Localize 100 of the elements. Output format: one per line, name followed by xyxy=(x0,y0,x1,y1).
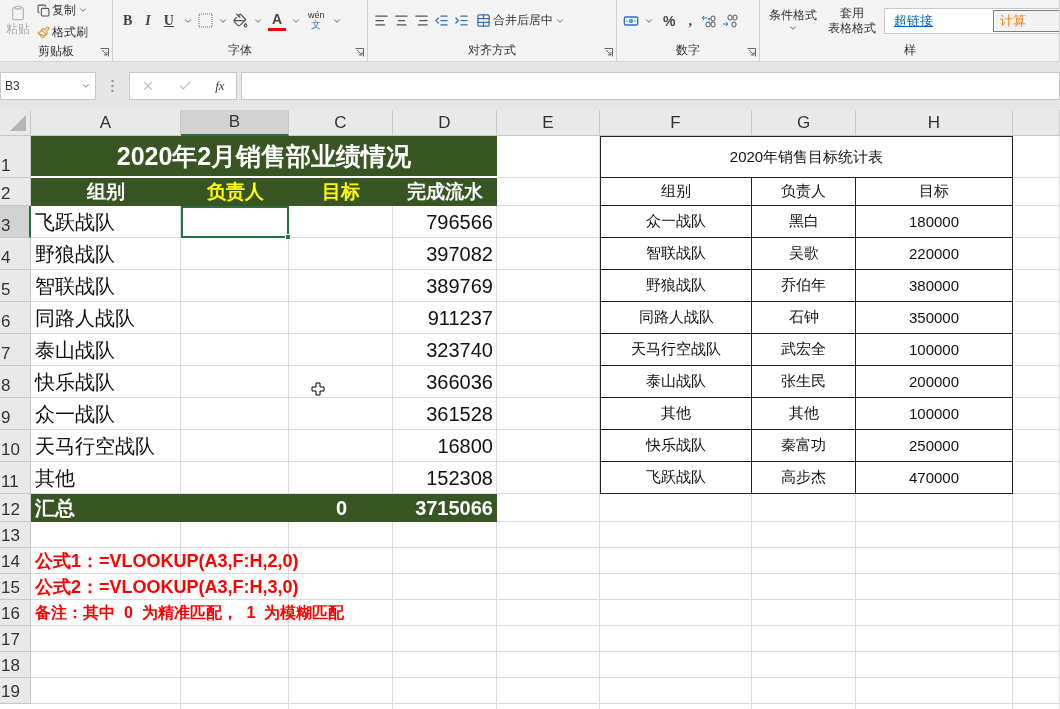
target-table-cell: 飞跃战队 xyxy=(600,462,752,494)
format-painter-button[interactable]: 格式刷 xyxy=(35,22,90,42)
amount-cell-text: 361528 xyxy=(425,401,494,427)
borders-icon[interactable] xyxy=(197,13,213,29)
team-cell-text: 野狼战队 xyxy=(34,241,116,267)
team-cell-text: 快乐战队 xyxy=(33,369,116,395)
target-table-cell: 180000 xyxy=(856,206,1013,238)
dialog-launcher-icon[interactable] xyxy=(100,48,109,57)
fill-bucket-icon[interactable] xyxy=(232,13,248,29)
amount-cell-text: 911237 xyxy=(426,305,494,331)
target-column-heading: 组别 xyxy=(600,178,752,206)
comma-button[interactable]: , xyxy=(684,10,696,31)
target-table-cell: 380000 xyxy=(856,270,1013,302)
dialog-launcher-icon[interactable] xyxy=(747,48,756,57)
italic-button[interactable]: I xyxy=(141,10,155,31)
dialog-launcher-icon[interactable] xyxy=(355,48,364,57)
column-header[interactable]: G xyxy=(752,110,856,136)
font-color-button[interactable]: A xyxy=(267,10,287,31)
table-format-button[interactable]: 套用 表格格式 xyxy=(825,5,879,36)
target-table-cell: 同路人战队 xyxy=(600,302,752,334)
column-header[interactable]: E xyxy=(497,110,600,136)
target-table-cell: 高步杰 xyxy=(752,462,856,494)
total-target: 0 xyxy=(289,494,393,522)
row-header[interactable]: 10 xyxy=(0,430,31,462)
target-table-cell: 其他 xyxy=(600,398,752,430)
formula-note: 公式2：=VLOOKUP(A3,F:H,3,0) xyxy=(34,576,300,599)
row-header[interactable]: 4 xyxy=(0,238,31,270)
row-header[interactable]: 13 xyxy=(0,522,31,548)
paintbrush-icon xyxy=(37,25,50,39)
target-table-cell: 100000 xyxy=(856,398,1013,430)
row-header[interactable]: 2 xyxy=(0,178,31,206)
total-label: 汇总 xyxy=(31,494,181,522)
column-header[interactable]: A xyxy=(31,110,181,136)
formula-note: 备注：其中 0 为精准匹配， 1 为模糊匹配 xyxy=(34,602,346,623)
target-column-heading: 目标 xyxy=(856,178,1013,206)
group-label: 字体 xyxy=(228,42,252,60)
grip-icon[interactable] xyxy=(111,79,114,93)
row-header[interactable]: 11 xyxy=(0,462,31,494)
indent-increase-icon[interactable] xyxy=(454,13,469,29)
group-label: 数字 xyxy=(676,42,700,60)
decimal-increase-icon[interactable] xyxy=(700,13,717,28)
copy-icon xyxy=(37,3,50,17)
row-header[interactable]: 1 xyxy=(0,136,31,178)
column-header[interactable]: C xyxy=(289,110,393,136)
row-header[interactable]: 8 xyxy=(0,366,31,398)
team-cell-text: 众一战队 xyxy=(34,401,116,427)
caret-icon xyxy=(81,81,91,91)
copy-button[interactable]: 复制 xyxy=(35,0,90,20)
row-header[interactable]: 15 xyxy=(0,574,31,600)
active-cell[interactable] xyxy=(181,206,289,238)
underline-button[interactable]: U xyxy=(159,10,178,31)
column-header[interactable]: D xyxy=(393,110,497,136)
row-header[interactable]: 14 xyxy=(0,548,31,574)
row-header[interactable]: 5 xyxy=(0,270,31,302)
row-header[interactable]: 18 xyxy=(0,652,31,678)
target-table-cell: 石钟 xyxy=(752,302,856,334)
group-label: 样 xyxy=(903,42,916,60)
row-header[interactable]: 19 xyxy=(0,678,31,704)
row-header[interactable]: 6 xyxy=(0,302,31,334)
align-center-icon[interactable] xyxy=(394,13,409,29)
percent-button[interactable]: % xyxy=(659,10,680,31)
team-cell-text: 飞跃战队 xyxy=(34,209,116,235)
target-table-cell: 武宏全 xyxy=(752,334,856,366)
group-label: 剪贴板 xyxy=(38,43,74,60)
formula-input[interactable] xyxy=(241,72,1060,100)
insert-function-button[interactable]: fx xyxy=(215,78,225,94)
group-label: 对齐方式 xyxy=(468,42,516,60)
indent-decrease-icon[interactable] xyxy=(434,13,449,29)
row-header[interactable]: 17 xyxy=(0,626,31,652)
column-header[interactable]: H xyxy=(856,110,1013,136)
formula-note: 公式1：=VLOOKUP(A3,F:H,2,0) xyxy=(34,550,300,573)
row-header[interactable]: 16 xyxy=(0,600,31,626)
team-cell-text: 其他 xyxy=(34,465,76,491)
amount-cell-text: 796566 xyxy=(425,209,494,235)
row-header[interactable]: 3 xyxy=(0,206,31,238)
row-header[interactable]: 12 xyxy=(0,494,31,522)
amount-cell-text: 16800 xyxy=(436,433,494,459)
report-title: 2020年2月销售部业绩情况 xyxy=(31,136,497,178)
bold-button[interactable]: B xyxy=(119,10,137,31)
merge-center-button[interactable]: 合并后居中 xyxy=(474,10,567,31)
dialog-launcher-icon[interactable] xyxy=(604,48,613,57)
target-column-heading: 负责人 xyxy=(752,178,856,206)
conditional-format-button[interactable]: 条件格式 xyxy=(766,8,820,34)
phonetic-button[interactable]: wén 文 xyxy=(306,11,327,31)
align-left-icon[interactable] xyxy=(374,13,389,29)
column-header[interactable]: F xyxy=(600,110,752,136)
target-table-cell: 快乐战队 xyxy=(600,430,752,462)
target-table-cell: 张生民 xyxy=(752,366,856,398)
row-header[interactable]: 9 xyxy=(0,398,31,430)
row-header[interactable]: 7 xyxy=(0,334,31,366)
align-right-icon[interactable] xyxy=(414,13,429,29)
caret-icon xyxy=(78,5,88,15)
target-table-cell: 智联战队 xyxy=(600,238,752,270)
column-header[interactable]: B xyxy=(181,110,289,136)
target-table-title: 2020年销售目标统计表 xyxy=(600,136,1013,178)
target-table-cell: 乔伯年 xyxy=(752,270,856,302)
amount-cell-text: 397082 xyxy=(425,241,494,267)
team-cell-text: 天马行空战队 xyxy=(34,433,156,459)
decimal-decrease-icon[interactable] xyxy=(721,13,738,28)
name-box[interactable]: B3 xyxy=(0,72,96,100)
